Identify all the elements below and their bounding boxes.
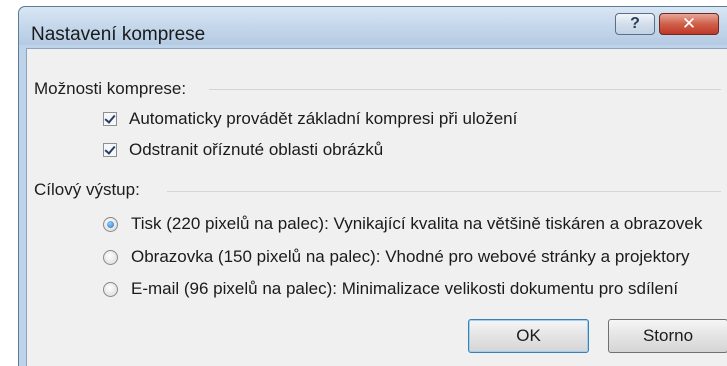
auto-compress-checkbox[interactable] <box>103 112 117 126</box>
compression-settings-dialog: Nastavení komprese ? ✕ Možnosti komprese… <box>18 6 727 366</box>
screen-radio[interactable] <box>103 249 118 265</box>
delete-cropped-checkbox[interactable] <box>103 143 117 157</box>
screen-option-label: Obrazovka (150 pixelů na palec): Vhodné … <box>131 247 690 266</box>
auto-compress-label: Automaticky provádět základní kompresi p… <box>129 109 518 128</box>
print-radio[interactable] <box>103 216 118 232</box>
close-button[interactable]: ✕ <box>659 13 719 35</box>
group-divider <box>167 191 721 192</box>
delete-cropped-label: Odstranit oříznuté oblasti obrázků <box>129 140 384 159</box>
delete-cropped-checkbox-row[interactable]: Odstranit oříznuté oblasti obrázků <box>103 140 383 160</box>
dialog-body: Možnosti komprese: Automaticky provádět … <box>26 48 727 366</box>
title-bar[interactable]: Nastavení komprese ? ✕ <box>19 7 727 45</box>
help-icon: ? <box>630 15 640 32</box>
help-button[interactable]: ? <box>615 13 655 35</box>
email-option-label: E-mail (96 pixelů na palec): Minimalizac… <box>131 279 679 298</box>
ok-button[interactable]: OK <box>468 319 589 353</box>
target-output-label: Cílový výstup: <box>34 180 140 199</box>
auto-compress-checkbox-row[interactable]: Automaticky provádět základní kompresi p… <box>103 109 517 129</box>
cancel-button[interactable]: Storno <box>608 319 727 353</box>
email-radio[interactable] <box>103 281 118 297</box>
radio-row-screen[interactable]: Obrazovka (150 pixelů na palec): Vhodné … <box>103 247 689 267</box>
radio-row-email[interactable]: E-mail (96 pixelů na palec): Minimalizac… <box>103 279 678 299</box>
radio-row-print[interactable]: Tisk (220 pixelů na palec): Vynikající k… <box>103 214 702 234</box>
compression-options-label: Možnosti komprese: <box>34 79 187 98</box>
print-option-label: Tisk (220 pixelů na palec): Vynikající k… <box>131 214 703 233</box>
close-icon: ✕ <box>681 14 697 33</box>
dialog-title: Nastavení komprese <box>31 24 206 45</box>
group-divider <box>209 89 721 90</box>
